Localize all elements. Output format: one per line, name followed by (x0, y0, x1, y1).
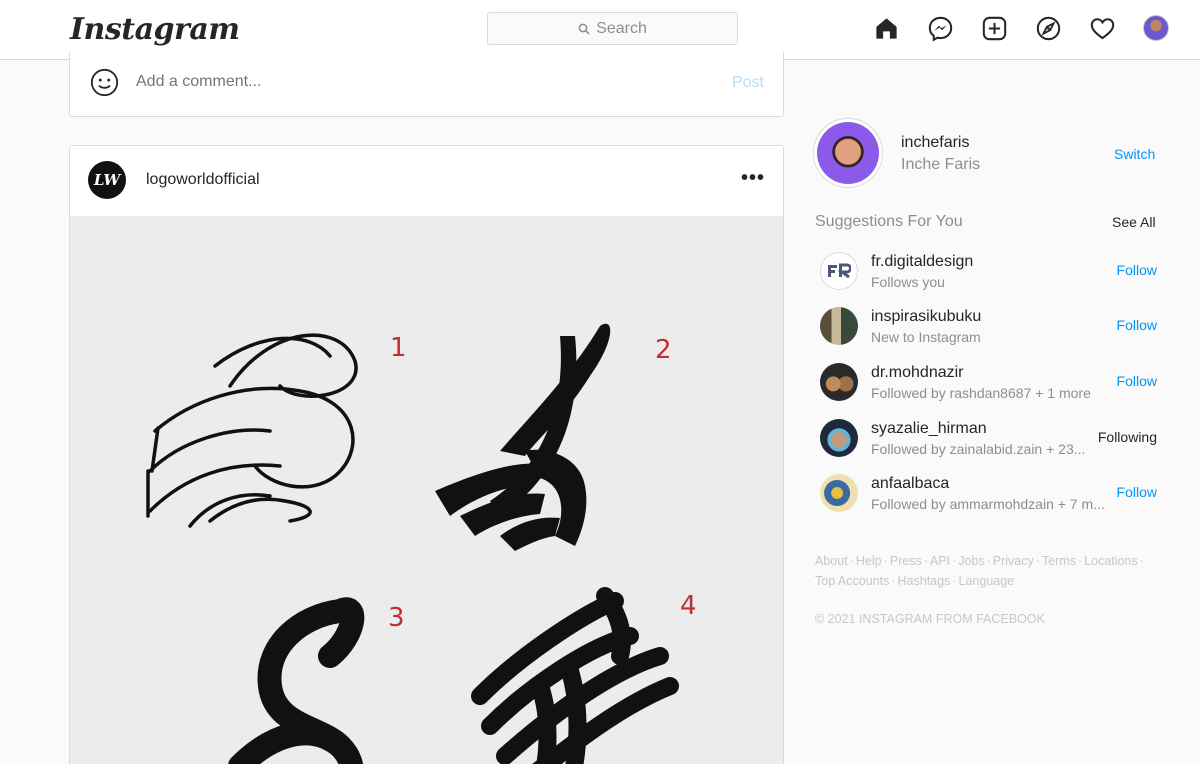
suggestion-avatar[interactable] (820, 474, 858, 512)
suggestion-row: anfaalbaca Followed by ammarmohdzain + 7… (815, 474, 1157, 524)
suggestion-username[interactable]: fr.digitaldesign (871, 253, 973, 271)
footer-link-privacy[interactable]: Privacy (993, 554, 1034, 568)
footer-link-terms[interactable]: Terms (1042, 554, 1076, 568)
post-header: LW logoworldofficial ••• (70, 146, 783, 216)
post-comment-button[interactable]: Post (732, 74, 764, 92)
post-image[interactable]: 1 2 3 4 (70, 216, 783, 764)
suggestion-avatar[interactable] (820, 307, 858, 345)
post-author-username[interactable]: logoworldofficial (146, 171, 260, 189)
follow-button[interactable]: Follow (1117, 317, 1157, 333)
suggestion-subtitle: Followed by ammarmohdzain + 7 m... (871, 496, 1105, 512)
suggestion-username[interactable]: dr.mohdnazir (871, 364, 964, 382)
switch-account-button[interactable]: Switch (1114, 146, 1155, 162)
follow-button[interactable]: Follow (1117, 262, 1157, 278)
messenger-icon[interactable] (926, 14, 954, 42)
new-post-icon[interactable] (980, 14, 1008, 42)
suggestion-username[interactable]: anfaalbaca (871, 475, 949, 493)
activity-heart-icon[interactable] (1088, 14, 1116, 42)
current-user-username[interactable]: inchefaris (901, 134, 969, 152)
nav-icons (872, 14, 1170, 42)
footer-links: About · Help · Press · API · Jobs · Privacy · Terms ·… (815, 554, 1144, 588)
footer-link-language[interactable]: Language (959, 574, 1015, 588)
suggestion-avatar[interactable] (820, 252, 858, 290)
footer-link-hashtags[interactable]: Hashtags (898, 574, 951, 588)
post-author-avatar[interactable]: LW (88, 161, 126, 199)
footer-link-press[interactable]: Press (890, 554, 922, 568)
suggestion-subtitle: New to Instagram (871, 329, 981, 345)
footer-link-jobs[interactable]: Jobs (958, 554, 984, 568)
footer-link-locations[interactable]: Locations (1084, 554, 1138, 568)
copyright-text: © 2021 INSTAGRAM FROM FACEBOOK (815, 612, 1045, 626)
current-user-fullname: Inche Faris (901, 156, 981, 173)
instagram-logo[interactable]: Instagram (70, 12, 240, 47)
home-icon[interactable] (872, 14, 900, 42)
suggestions-title: Suggestions For You (815, 213, 963, 230)
sketch-number-3: 3 (388, 603, 405, 633)
previous-post-comment-box: Post (69, 50, 784, 117)
suggestion-row: syazalie_hirman Followed by zainalabid.z… (815, 419, 1157, 469)
search-box[interactable]: Search (487, 12, 738, 45)
sketch-number-4: 4 (680, 591, 697, 621)
suggestion-row: inspirasikubuku New to Instagram Follow (815, 307, 1157, 357)
footer-link-top-accounts[interactable]: Top Accounts (815, 574, 889, 588)
suggestion-username[interactable]: syazalie_hirman (871, 420, 987, 438)
add-comment-input[interactable] (136, 73, 696, 91)
sketch-number-1: 1 (390, 333, 407, 363)
emoji-smiley-icon[interactable] (90, 68, 119, 97)
suggestion-avatar[interactable] (820, 419, 858, 457)
suggestion-username[interactable]: inspirasikubuku (871, 308, 981, 326)
suggestion-subtitle: Followed by rashdan8687 + 1 more (871, 385, 1091, 401)
more-options-button[interactable]: ••• (741, 168, 765, 188)
follow-button[interactable]: Follow (1117, 484, 1157, 500)
see-all-button[interactable]: See All (1112, 214, 1156, 230)
nav-profile-avatar[interactable] (1142, 14, 1170, 42)
footer-link-about[interactable]: About (815, 554, 848, 568)
suggestion-avatar[interactable] (820, 363, 858, 401)
footer-link-api[interactable]: API (930, 554, 950, 568)
explore-icon[interactable] (1034, 14, 1062, 42)
search-icon (578, 23, 590, 35)
suggestion-subtitle: Follows you (871, 274, 945, 290)
sketch-number-2: 2 (655, 335, 672, 365)
fr-logo-icon (828, 263, 851, 279)
suggestion-subtitle: Followed by zainalabid.zain + 23... (871, 441, 1086, 457)
following-button[interactable]: Following (1098, 429, 1157, 445)
suggestion-row: dr.mohdnazir Followed by rashdan8687 + 1… (815, 363, 1157, 413)
feed-post: LW logoworldofficial ••• 1 2 3 4 (69, 145, 784, 764)
suggestion-row: fr.digitaldesign Follows you Follow (815, 252, 1157, 302)
follow-button[interactable]: Follow (1117, 373, 1157, 389)
footer-link-help[interactable]: Help (856, 554, 882, 568)
avatar (1143, 15, 1169, 41)
search-placeholder: Search (596, 19, 647, 37)
current-user-avatar[interactable] (813, 118, 883, 188)
